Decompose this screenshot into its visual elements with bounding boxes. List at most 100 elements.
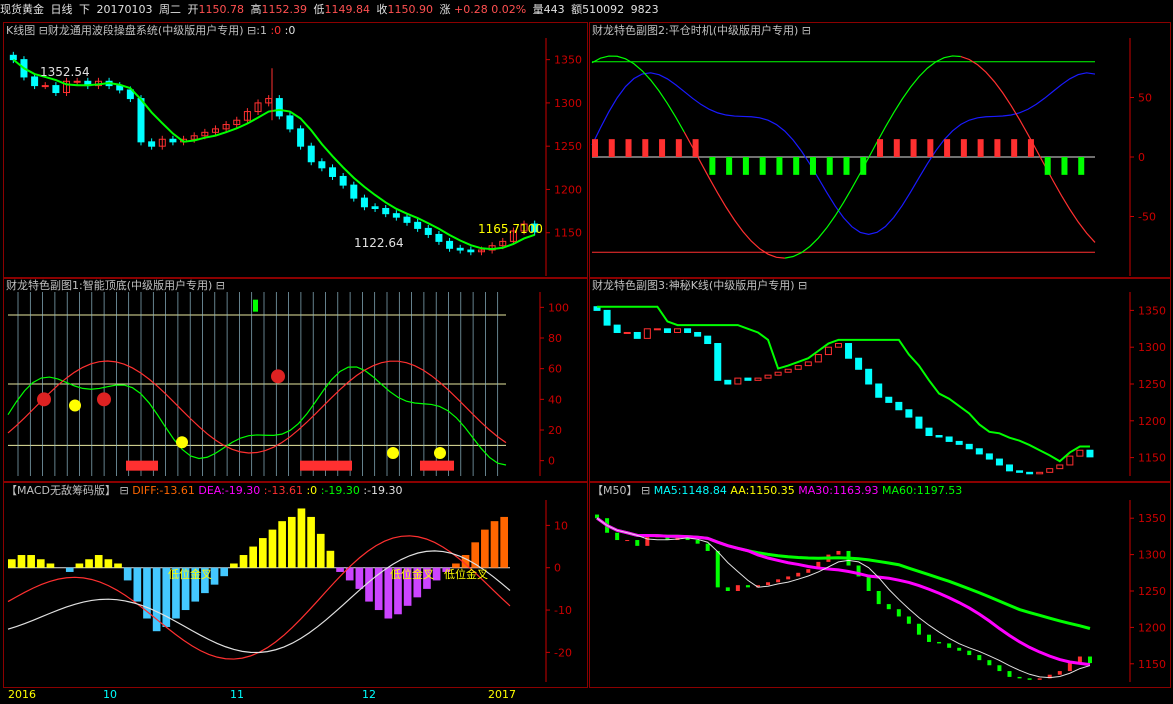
macd-bar: [278, 521, 286, 568]
ma-candle: [836, 550, 841, 555]
ma-candle: [876, 591, 881, 605]
sub3-candle: [794, 365, 802, 370]
macd-tick-label: 10: [554, 519, 568, 532]
ma-candle: [896, 609, 901, 617]
ma-tick-label: 1150: [1138, 658, 1166, 671]
sub3-candle: [744, 377, 752, 381]
ma-candle: [776, 579, 781, 583]
ma-candle: [695, 540, 700, 544]
sub2-signal-bar: [960, 139, 967, 157]
sub1-bottom-smiley: [69, 399, 81, 412]
ma-candle: [1087, 656, 1092, 664]
golden-cross-label-1: 低位金叉: [168, 568, 212, 581]
macd-bar: [27, 555, 35, 568]
x-label-oct: 10: [103, 688, 117, 701]
ma-candle: [645, 536, 650, 546]
sub3-candle: [663, 328, 671, 333]
ma-candle: [916, 623, 921, 635]
sub2-signal-bar: [592, 139, 598, 157]
ma-tick-label: 1350: [1138, 512, 1166, 525]
sub2-signal-bar: [709, 157, 716, 175]
kline-candle: [307, 145, 315, 163]
kline-candle: [371, 206, 379, 209]
sub2-signal-bar: [1061, 157, 1068, 175]
kline-candle: [414, 221, 422, 229]
kline-trend-line: [12, 58, 536, 251]
macd-bar: [500, 516, 508, 568]
ma-candle: [625, 540, 630, 542]
sub3-candle: [694, 331, 702, 337]
macd-bar: [307, 516, 315, 568]
sub2-signal-bar: [675, 139, 682, 157]
kline-candle: [137, 98, 145, 143]
kline-candle: [360, 197, 368, 208]
macd-bar: [104, 559, 113, 568]
sub3-candle: [1066, 455, 1074, 466]
macd-bar: [297, 508, 306, 568]
sub1-tick-label: 80: [548, 332, 562, 345]
ma-candle: [947, 643, 952, 648]
ma-candle: [967, 650, 972, 656]
ma-candle: [796, 572, 801, 577]
ma-candle: [766, 582, 771, 586]
sub1-bottom-smiley: [434, 447, 446, 459]
sub3-candle: [865, 368, 873, 385]
sub3-candle: [774, 371, 782, 376]
sub2-signal-bar: [994, 139, 1001, 157]
sub2-blue-line: [591, 72, 1096, 235]
sub3-candle: [623, 331, 631, 334]
kline-candle: [403, 216, 411, 223]
ma-candle: [1017, 676, 1022, 679]
sub3-candle: [1016, 470, 1024, 473]
sub2-signal-bar: [1027, 139, 1034, 157]
golden-cross-label-3: 低位金叉: [444, 568, 488, 581]
macd-bar: [36, 559, 45, 568]
macd-bar: [355, 567, 364, 589]
sub1-tick-label: 20: [548, 424, 562, 437]
macd-bar: [336, 567, 344, 572]
sub3-candle: [1086, 449, 1094, 458]
macd-bar: [490, 521, 499, 568]
sub1-tick-label: 40: [548, 393, 562, 406]
sub3-candle: [845, 343, 853, 359]
ma-tick-label: 1300: [1138, 549, 1166, 562]
kline-candle: [435, 233, 443, 242]
sub3-candle: [684, 328, 692, 333]
high-price-label: 1352.54: [40, 65, 90, 79]
sub3-candle: [1056, 464, 1064, 470]
ma-candle: [705, 543, 710, 551]
sub3-candle: [633, 331, 641, 339]
ma-candle: [997, 665, 1002, 672]
sub2-signal-bar: [826, 157, 833, 175]
sub3-candle: [734, 377, 742, 385]
sub3-tick-label: 1250: [1138, 378, 1166, 391]
sub2-signal-bar: [1078, 157, 1085, 175]
kline-candle: [318, 161, 326, 169]
macd-bar: [230, 563, 238, 568]
sub3-candle: [885, 396, 893, 403]
ma-candle: [957, 647, 962, 651]
ma-candle: [937, 641, 942, 644]
macd-tick-label: -20: [554, 646, 572, 659]
sub2-signal-bar: [944, 139, 951, 157]
kline-candle: [9, 54, 17, 61]
macd-bar: [481, 529, 489, 568]
golden-cross-label-2: 低位金叉: [390, 568, 434, 581]
chart-canvas[interactable]: 11501200125013001350-5005002040608010011…: [0, 0, 1173, 704]
sub3-candle: [834, 343, 842, 348]
sub3-candle: [925, 427, 933, 437]
sub3-candle: [915, 416, 923, 429]
kline-candle: [446, 240, 454, 249]
macd-bar: [85, 559, 93, 568]
ma-candle: [1037, 678, 1042, 680]
macd-bar: [249, 546, 257, 568]
kline-candle: [41, 85, 49, 88]
x-label-dec: 12: [362, 688, 376, 701]
sub3-tick-label: 1200: [1138, 415, 1166, 428]
ma-candle: [715, 550, 720, 588]
macd-bar: [75, 563, 84, 568]
macd-bar: [316, 533, 325, 568]
kline-tick-label: 1350: [554, 54, 582, 67]
ma-candle: [615, 532, 620, 541]
x-label-nov: 11: [230, 688, 244, 701]
